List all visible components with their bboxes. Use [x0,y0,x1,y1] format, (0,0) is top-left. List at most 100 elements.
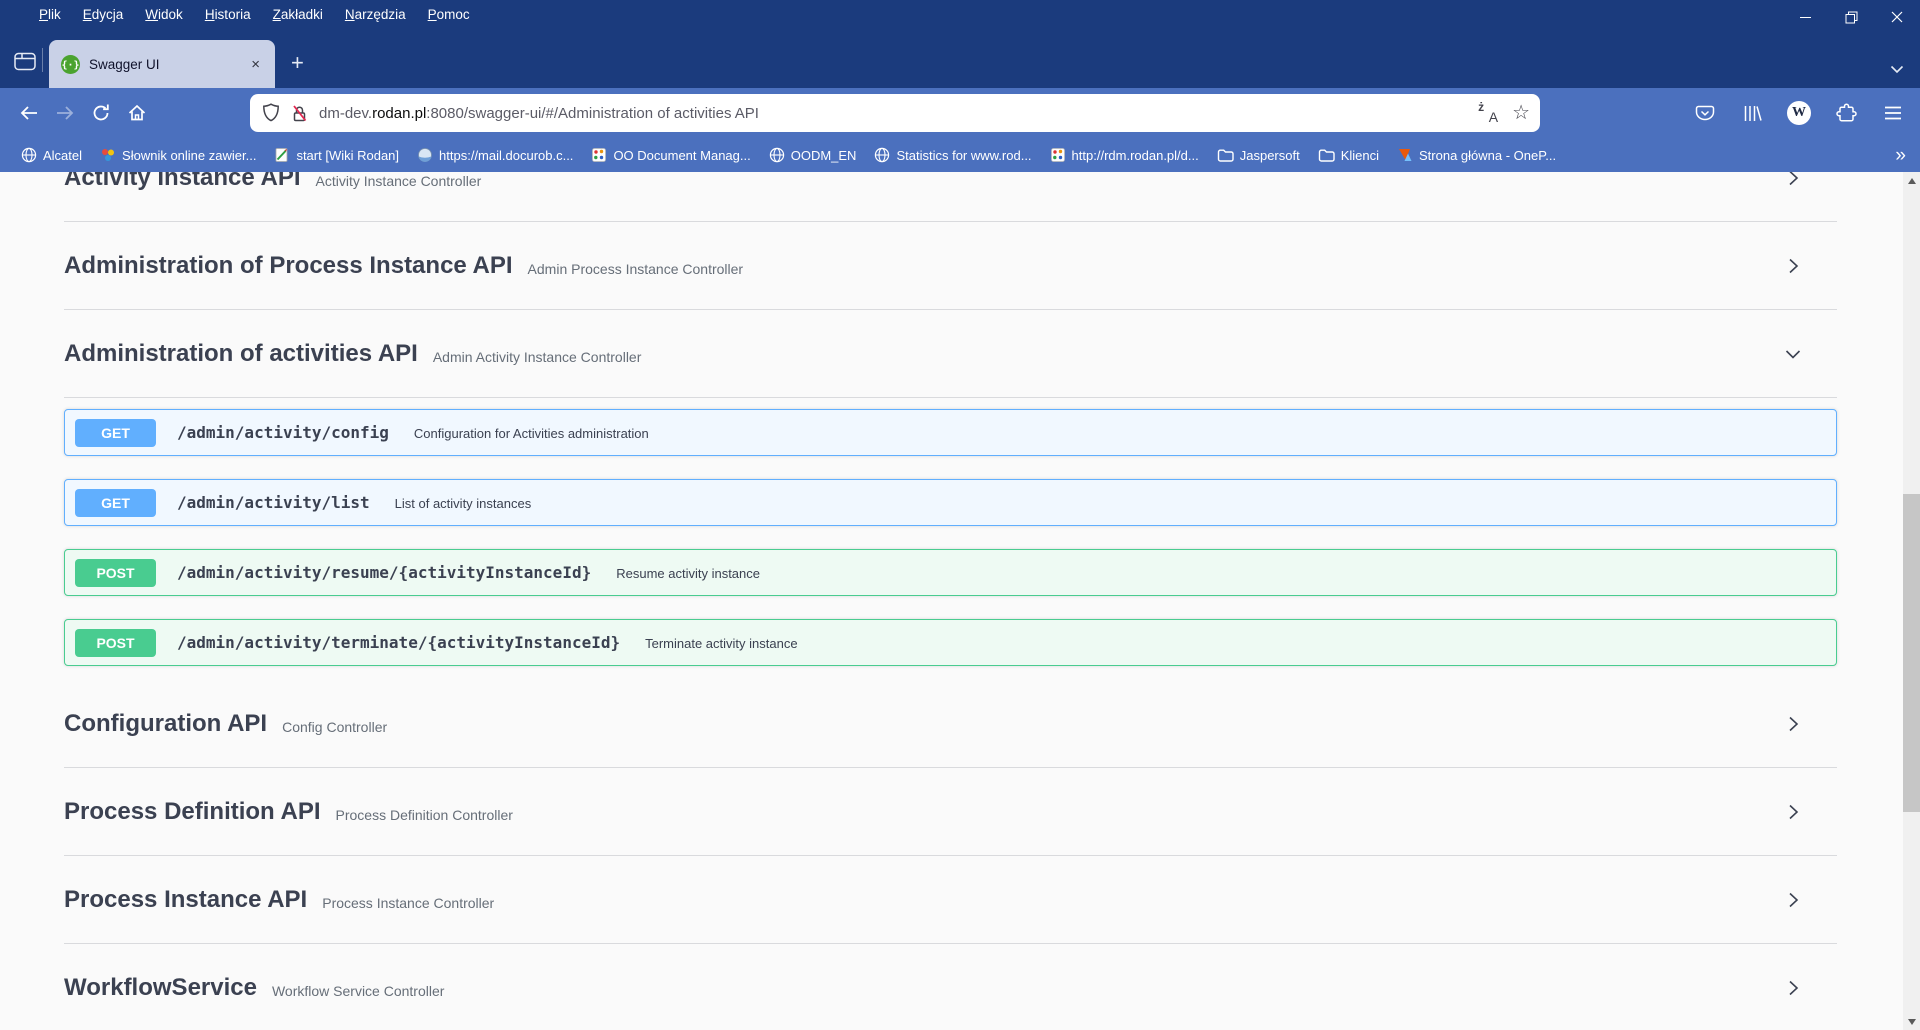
menu-item-plik[interactable]: Plik [28,7,72,22]
menu-item-pomoc[interactable]: Pomoc [417,7,481,22]
operation-row-get-list[interactable]: GET /admin/activity/list List of activit… [64,479,1837,526]
wikipedia-extension-button[interactable]: W [1782,96,1816,130]
minimize-icon [1800,17,1811,18]
new-tab-button[interactable]: + [291,52,304,74]
forward-arrow-icon [54,102,76,124]
bookmarks-overflow-button[interactable]: » [1895,146,1906,165]
bookmarks-toolbar: Alcatel Słownik online zawier... start [… [0,138,1920,172]
bookmark-item[interactable]: Alcatel [12,143,91,167]
expand-button[interactable] [1783,256,1803,276]
bookmark-item[interactable]: Statistics for www.rod... [865,143,1040,167]
operation-row-post-resume[interactable]: POST /admin/activity/resume/{activityIns… [64,549,1837,596]
scroll-up-button[interactable] [1903,172,1920,189]
method-badge: POST [75,559,156,587]
api-section-configuration[interactable]: Configuration API Config Controller [64,680,1837,768]
expand-button[interactable] [1783,172,1803,188]
section-subtitle: Activity Instance Controller [316,172,482,189]
api-section-workflow-service[interactable]: WorkflowService Workflow Service Control… [64,944,1837,1030]
wiki-page-icon [274,147,290,163]
folder-icon [1318,148,1335,163]
api-section-process-instance[interactable]: Process Instance API Process Instance Co… [64,856,1837,944]
section-subtitle: Process Definition Controller [336,801,513,823]
tracking-protection-shield-icon[interactable] [262,103,280,123]
operation-path: /admin/activity/config [177,423,389,442]
operation-description: Terminate activity instance [645,634,797,651]
scrollbar-thumb[interactable] [1903,494,1920,812]
list-all-tabs-button[interactable] [1890,65,1904,74]
scroll-up-arrow-icon [1908,178,1916,184]
insecure-lock-icon[interactable] [290,104,309,123]
library-button[interactable] [1735,96,1769,130]
address-bar[interactable]: dm-dev.rodan.pl:8080/swagger-ui/#/Admini… [250,94,1540,132]
collapse-button[interactable] [1783,344,1803,364]
bookmark-item[interactable]: start [Wiki Rodan] [265,143,408,167]
section-subtitle: Config Controller [282,713,387,735]
chevron-right-icon [1783,714,1803,734]
vertical-scrollbar[interactable] [1903,172,1920,1030]
back-button[interactable] [11,96,46,130]
section-subtitle: Admin Process Instance Controller [528,255,744,277]
translate-icon: ż [1478,100,1484,114]
menu-item-edycja[interactable]: Edycja [72,7,135,22]
toolbar-right-buttons: W [1687,96,1910,130]
section-title: Process Instance API [64,886,307,914]
bookmark-item[interactable]: OODM_EN [760,143,866,167]
chevron-down-icon [1890,65,1904,74]
bookmark-item[interactable]: https://mail.docurob.c... [408,143,582,167]
bookmark-folder[interactable]: Jaspersoft [1208,144,1309,167]
expand-button[interactable] [1783,890,1803,910]
firefox-view-icon [14,52,36,71]
menu-item-historia[interactable]: Historia [194,7,262,22]
operation-row-post-terminate[interactable]: POST /admin/activity/terminate/{activity… [64,619,1837,666]
section-title: Administration of activities API [64,340,418,368]
translate-button[interactable]: ż A [1478,103,1498,123]
urlbar-actions: ż A ☆ [1478,103,1530,123]
operation-row-get-config[interactable]: GET /admin/activity/config Configuration… [64,409,1837,456]
url-text[interactable]: dm-dev.rodan.pl:8080/swagger-ui/#/Admini… [319,105,1468,122]
svg-text:{·}: {·} [61,60,79,71]
hamburger-icon [1884,106,1902,120]
bookmark-item[interactable]: Strona główna - OneP... [1388,143,1565,167]
expand-button[interactable] [1783,978,1803,998]
pocket-button[interactable] [1688,96,1722,130]
tab-bar: {·} Swagger UI × + [0,28,1920,88]
reload-button[interactable] [83,96,118,130]
menu-item-narzedzia[interactable]: Narzędzia [334,7,417,22]
app-menu-button[interactable] [1876,96,1910,130]
firefox-view-button[interactable] [10,46,40,76]
method-badge: GET [75,419,156,447]
bookmark-item[interactable]: Słownik online zawier... [91,143,265,167]
menu-item-zakladki[interactable]: Zakładki [262,7,334,22]
menu-item-widok[interactable]: Widok [134,7,194,22]
reload-icon [91,103,111,123]
url-domain: rodan.pl [372,105,426,122]
bookmark-item[interactable]: OO Document Manag... [582,143,759,167]
scroll-down-button[interactable] [1903,1013,1920,1030]
tab-separator [42,48,43,72]
api-section-activity-instance[interactable]: Activity Instance API Activity Instance … [64,172,1837,222]
browser-tab[interactable]: {·} Swagger UI × [49,40,275,88]
extensions-button[interactable] [1829,96,1863,130]
api-section-admin-activities[interactable]: Administration of activities API Admin A… [64,310,1837,398]
chevron-right-icon [1783,890,1803,910]
expand-button[interactable] [1783,802,1803,822]
puzzle-icon [1836,103,1857,124]
tab-title: Swagger UI [89,57,160,72]
api-section-admin-process-instance[interactable]: Administration of Process Instance API A… [64,222,1837,310]
api-section-process-definition[interactable]: Process Definition API Process Definitio… [64,768,1837,856]
swagger-sections: Activity Instance API Activity Instance … [64,172,1837,1030]
home-button[interactable] [119,96,154,130]
section-subtitle: Workflow Service Controller [272,977,444,999]
section-title: WorkflowService [64,974,257,1002]
expand-button[interactable] [1783,714,1803,734]
menu-bar: Plik Edycja Widok Historia Zakładki Narz… [0,0,1920,28]
section-subtitle: Process Instance Controller [322,889,494,911]
bookmark-folder[interactable]: Klienci [1309,144,1388,167]
bookmark-item[interactable]: http://rdm.rodan.pl/d... [1041,143,1208,167]
bookmark-star-button[interactable]: ☆ [1512,103,1530,123]
onepager-triangles-icon [1397,147,1413,163]
forward-button[interactable] [47,96,82,130]
method-badge: GET [75,489,156,517]
tab-close-button[interactable]: × [246,54,265,75]
wikipedia-w-icon: W [1787,101,1811,125]
